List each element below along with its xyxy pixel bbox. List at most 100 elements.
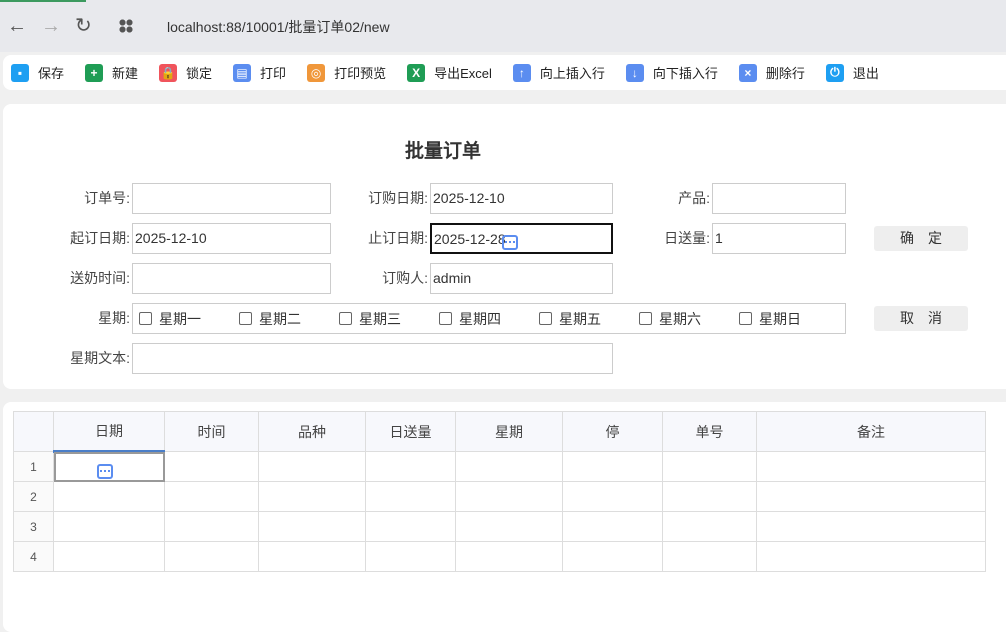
checkbox[interactable] xyxy=(439,312,452,325)
checkbox[interactable] xyxy=(239,312,252,325)
grid-cell[interactable] xyxy=(53,511,165,542)
end-date-input[interactable]: 2025-12-28 xyxy=(430,223,613,254)
grid-cell[interactable] xyxy=(365,481,456,512)
toolbar-delete-row-button[interactable]: × 删除行 xyxy=(738,63,805,82)
checkbox[interactable] xyxy=(639,312,652,325)
power-icon: ⏻ xyxy=(825,63,844,82)
grid-cell[interactable] xyxy=(164,511,259,542)
order-date-label: 订购日期: xyxy=(368,190,428,206)
grid-cell[interactable] xyxy=(662,451,757,482)
start-date-label: 起订日期: xyxy=(70,230,130,246)
row-number[interactable]: 2 xyxy=(13,481,54,512)
grid-cell[interactable] xyxy=(258,541,366,572)
grid-cell[interactable] xyxy=(662,511,757,542)
insert-above-icon: ↑ xyxy=(512,63,531,82)
toolbar-label: 删除行 xyxy=(765,66,805,81)
weekday-option-label: 星期五 xyxy=(559,310,601,327)
toolbar-new-button[interactable]: + 新建 xyxy=(85,63,138,82)
grid-cell[interactable] xyxy=(53,451,165,482)
grid-cell[interactable] xyxy=(164,451,259,482)
grid-cell[interactable] xyxy=(562,451,663,482)
grid-cell[interactable] xyxy=(562,481,663,512)
order-date-input[interactable]: 2025-12-10 xyxy=(430,183,613,214)
checkbox[interactable] xyxy=(139,312,152,325)
grid-cell[interactable] xyxy=(455,541,563,572)
address-bar[interactable]: localhost:88/10001/批量订单02/new xyxy=(167,17,390,37)
table-row: 2 xyxy=(13,481,986,512)
calendar-icon[interactable] xyxy=(501,235,518,250)
calendar-icon[interactable] xyxy=(97,464,113,479)
weekday-option[interactable]: 星期二 xyxy=(239,309,339,329)
reload-button[interactable]: ↻ xyxy=(75,16,92,36)
weekday-option[interactable]: 星期六 xyxy=(639,309,739,329)
grid-cell[interactable] xyxy=(455,511,563,542)
grid-cell[interactable] xyxy=(455,481,563,512)
grid-cell[interactable] xyxy=(455,451,563,482)
column-header[interactable]: 停 xyxy=(562,411,663,452)
column-header[interactable]: 品种 xyxy=(258,411,366,452)
weekday-option[interactable]: 星期四 xyxy=(439,309,539,329)
column-header[interactable]: 日送量 xyxy=(365,411,456,452)
cancel-button[interactable]: 取消 xyxy=(874,306,968,331)
toolbar-insert-above-button[interactable]: ↑ 向上插入行 xyxy=(512,63,605,82)
grid-cell[interactable] xyxy=(562,541,663,572)
row-number[interactable]: 4 xyxy=(13,541,54,572)
toolbar-insert-below-button[interactable]: ↓ 向下插入行 xyxy=(625,63,718,82)
toolbar-label: 退出 xyxy=(852,66,879,81)
grid-cell[interactable] xyxy=(365,451,456,482)
weekday-option[interactable]: 星期五 xyxy=(539,309,639,329)
delivery-time-input[interactable] xyxy=(132,263,331,294)
toolbar-save-button[interactable]: ▪ 保存 xyxy=(11,63,64,82)
start-date-input[interactable]: 2025-12-10 xyxy=(132,223,331,254)
back-button[interactable]: ← xyxy=(7,16,27,36)
grid-cell[interactable] xyxy=(756,481,986,512)
grid-cell[interactable] xyxy=(164,481,259,512)
daily-qty-input[interactable]: 1 xyxy=(712,223,846,254)
column-header[interactable]: 日期 xyxy=(53,411,165,453)
toolbar-power-button[interactable]: ⏻ 退出 xyxy=(825,63,879,82)
grid-cell[interactable] xyxy=(662,541,757,572)
product-input[interactable] xyxy=(712,183,846,214)
apps-icon[interactable] xyxy=(119,19,133,33)
column-header[interactable]: 星期 xyxy=(455,411,563,452)
weekday-option[interactable]: 星期一 xyxy=(139,309,239,329)
grid-cell[interactable] xyxy=(562,511,663,542)
grid-cell[interactable] xyxy=(756,451,986,482)
forward-button[interactable]: → xyxy=(41,16,61,36)
grid-cell[interactable] xyxy=(53,541,165,572)
row-number[interactable]: 1 xyxy=(13,451,54,482)
row-number[interactable]: 3 xyxy=(13,511,54,542)
grid-cell[interactable] xyxy=(365,511,456,542)
toolbar-label: 打印 xyxy=(260,66,287,81)
grid-cell[interactable] xyxy=(258,481,366,512)
weekday-option[interactable]: 星期日 xyxy=(739,309,839,329)
grid-cell[interactable] xyxy=(756,511,986,542)
confirm-button[interactable]: 确定 xyxy=(874,226,968,251)
toolbar-printer-button[interactable]: ▤ 打印 xyxy=(233,63,286,82)
order-no-label: 订单号: xyxy=(84,190,130,206)
grid-cell[interactable] xyxy=(365,541,456,572)
toolbar-print-preview-button[interactable]: ◎ 打印预览 xyxy=(307,63,386,82)
toolbar-excel-button[interactable]: X 导出Excel xyxy=(407,63,492,82)
order-no-input[interactable] xyxy=(132,183,331,214)
checkbox[interactable] xyxy=(739,312,752,325)
column-header[interactable]: 时间 xyxy=(164,411,259,452)
grid-cell[interactable] xyxy=(258,511,366,542)
grid-cell[interactable] xyxy=(53,481,165,512)
toolbar: ▪ 保存 + 新建 🔒 锁定 ▤ 打印 ◎ 打印预览 X 导出Excel ↑ 向上插入行 ↓ 向下插入行 × 删除… xyxy=(3,55,1006,90)
grid-cell[interactable] xyxy=(258,451,366,482)
checkbox[interactable] xyxy=(339,312,352,325)
excel-icon: X xyxy=(407,63,426,82)
insert-below-icon: ↓ xyxy=(625,63,644,82)
toolbar-label: 向下插入行 xyxy=(652,66,718,81)
grid-cell[interactable] xyxy=(164,541,259,572)
buyer-input[interactable]: admin xyxy=(430,263,613,294)
grid-cell[interactable] xyxy=(662,481,757,512)
toolbar-lock-button[interactable]: 🔒 锁定 xyxy=(159,63,212,82)
weekday-option[interactable]: 星期三 xyxy=(339,309,439,329)
checkbox[interactable] xyxy=(539,312,552,325)
weekday-text-input[interactable] xyxy=(132,343,613,374)
column-header[interactable]: 单号 xyxy=(662,411,757,452)
grid-cell[interactable] xyxy=(756,541,986,572)
column-header[interactable]: 备注 xyxy=(756,411,986,452)
